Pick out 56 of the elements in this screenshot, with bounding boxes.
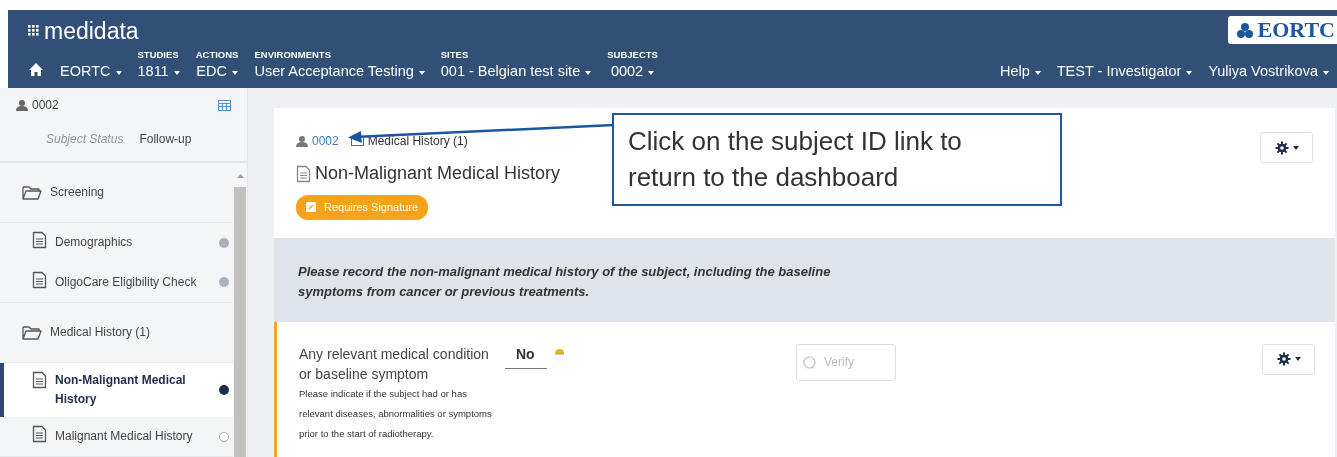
document-icon [32,370,47,389]
status-value: Follow-up [139,131,192,148]
question-label: Any relevant medical condition or baseline symptom [299,344,490,385]
nav-dropdown[interactable]: Help [999,64,1041,79]
circle-icon [803,355,816,369]
nav-heading: SUBJECTS [607,50,658,61]
partner-logo: EORTC [1227,16,1337,45]
folder-icon [22,183,42,201]
edit-icon [306,202,316,213]
user-icon [296,135,308,147]
answer-value[interactable]: No [505,343,547,369]
form-title: Non-Malignant Medical History [315,162,561,185]
nav-dropdown[interactable]: Yuliya Vostrikova [1208,64,1329,79]
document-icon [32,270,47,289]
document-icon [32,230,47,249]
nav-dropdown[interactable]: 001 - Belgian test site [440,64,592,79]
form-item[interactable]: Malignant Medical History [0,417,233,457]
dots-logo-icon [28,25,40,38]
folder-name[interactable]: Medical History (1) [50,323,151,342]
nav-heading: SITES [440,50,470,61]
user-icon [16,99,28,111]
document-icon [296,164,311,183]
gear-icon [1274,140,1289,155]
nav-heading: ENVIRONMENTS [254,50,332,61]
hat-icon [555,347,564,355]
form-item[interactable]: Non-Malignant Medical History [0,362,233,417]
status-label: Subject Status [46,131,124,148]
document-icon [32,425,47,443]
callout-text: Click on the subject ID link to return to the dashboard [612,113,1062,206]
nav-dropdown[interactable]: TEST - Investigator [1056,64,1193,79]
logo-text: medidata [44,19,139,43]
scrollbar-thumb[interactable] [234,186,246,457]
gear-icon [1276,352,1291,367]
calendar-grid-icon[interactable] [218,99,231,111]
nav-dropdown[interactable]: EDC [195,64,239,79]
form-item[interactable]: Demographics [0,222,233,263]
nav-heading: ACTIONS [195,50,239,61]
trefoil-icon [1235,21,1254,39]
question-help: Please indicate if the subject had or has relevant diseases, abnormalities or symptoms prior to the start of radiotherapy. [299,387,493,442]
subject-link[interactable]: 0002 [312,132,339,150]
breadcrumb-folder[interactable]: Medical History (1) [367,132,468,150]
folder-name[interactable]: Screening [50,183,105,202]
instructions-text: Please record the non-malignant medical history of the subject, including the baseline symptoms from cancer or previous treatments. [274,237,1335,322]
home-icon[interactable] [28,61,44,77]
folder-outline-icon [350,136,364,146]
folder-icon [22,323,42,341]
nav-dropdown[interactable]: User Acceptance Testing [254,64,425,79]
nav-dropdown[interactable]: 0002 [607,64,658,79]
nav-dropdown[interactable]: 1811 [137,64,180,79]
form-item[interactable]: OligoCare Eligibility Check [0,262,233,303]
subject-id: 0002 [32,97,59,114]
nav-dropdown[interactable]: EORTC [60,64,122,79]
nav-heading: STUDIES [137,50,180,61]
settings-button[interactable] [1262,343,1315,375]
settings-button[interactable] [1260,132,1313,163]
signature-badge: Requires Signature [296,195,429,220]
